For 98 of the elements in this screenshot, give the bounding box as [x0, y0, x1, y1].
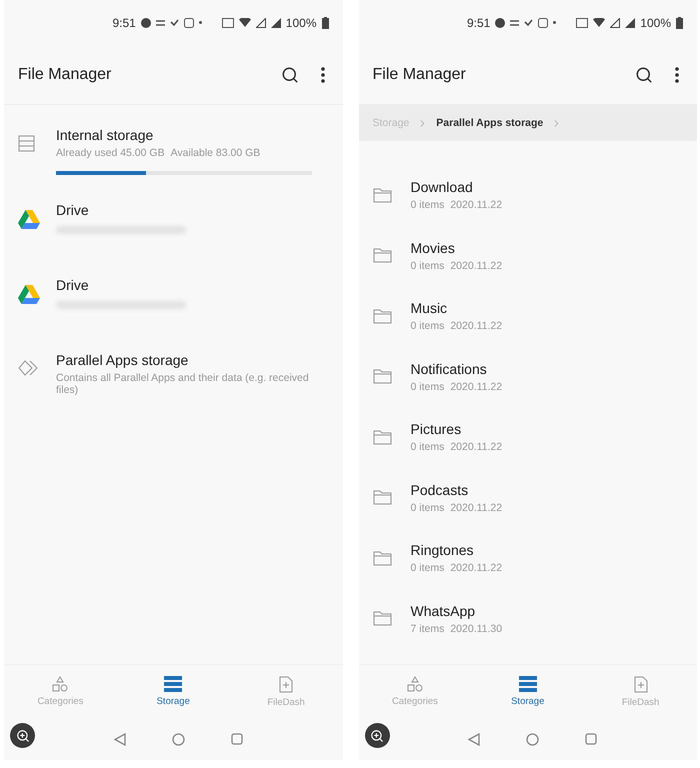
- folder-icon: [372, 550, 392, 566]
- item-count: 0 items: [410, 441, 444, 454]
- folder-icon: [372, 430, 392, 445]
- folder-name: Notifications: [410, 360, 488, 377]
- battery-level: 100%: [286, 16, 316, 30]
- folder-date: 2020.11.22: [450, 441, 502, 454]
- document-icon: [634, 676, 648, 692]
- folder-name: Music: [410, 300, 448, 316]
- check-icon: [524, 19, 534, 26]
- folder-date: 2020.11.30: [450, 622, 502, 635]
- wifi-icon: [238, 18, 251, 27]
- storage-item[interactable]: Internal storage Already used 45.00 GB Available 83.00 GB: [4, 115, 342, 190]
- folder-date: 2020.11.22: [450, 320, 502, 332]
- breadcrumb-link[interactable]: Parallel Apps storage: [436, 117, 544, 129]
- shapes-icon: [406, 676, 423, 692]
- app-notification-icon: [495, 18, 506, 28]
- folder-name: WhatsApp: [410, 602, 476, 619]
- document-icon: [279, 676, 294, 692]
- battery-icon: [322, 16, 328, 28]
- search-icon: [635, 66, 653, 84]
- status-time: 9:51: [112, 16, 136, 30]
- folder-row[interactable]: Podcasts 0 items 2020.11.22: [358, 468, 697, 528]
- item-title: Drive: [56, 202, 90, 218]
- folder-name: Ringtones: [410, 542, 475, 558]
- folder-icon: [372, 369, 392, 384]
- folder-row[interactable]: Movies 0 items 2020.11.22: [358, 226, 697, 286]
- home-button[interactable]: [172, 732, 185, 746]
- folder-row[interactable]: Music 0 items 2020.11.22: [358, 286, 697, 346]
- folder-icon: [372, 308, 392, 324]
- item-count: 0 items: [410, 320, 444, 332]
- folder-date: 2020.11.22: [450, 260, 502, 272]
- folder-icon: [372, 490, 392, 506]
- item-count: 0 items: [410, 380, 444, 393]
- folder-name: Pictures: [410, 421, 462, 438]
- drive-logo-icon: [18, 210, 40, 229]
- app-title: File Manager: [372, 66, 467, 84]
- item-title: Parallel Apps storage: [56, 352, 190, 368]
- nav-tab[interactable]: Storage: [471, 665, 584, 718]
- zoom-in-icon: [370, 728, 384, 742]
- diamond-icon: [18, 360, 38, 376]
- app-notification-icon: [140, 18, 151, 28]
- dot-icon: [198, 21, 202, 24]
- folder-date: 2020.11.22: [450, 380, 502, 393]
- battery-icon: [676, 16, 683, 28]
- folder-name: Podcasts: [410, 482, 470, 498]
- item-count: 0 items: [410, 502, 444, 514]
- storage-icon: [18, 135, 35, 152]
- item-title: Drive: [56, 277, 90, 293]
- drive-logo-icon: [18, 285, 40, 304]
- folder-icon: [372, 611, 392, 626]
- storage-item[interactable]: Drive: [4, 265, 342, 340]
- search-icon: [280, 66, 298, 84]
- zoom-button[interactable]: [364, 723, 390, 748]
- signal-icon: [270, 18, 281, 28]
- storage-icon: [164, 676, 182, 692]
- item-count: 0 items: [410, 199, 444, 212]
- folder-date: 2020.11.22: [450, 199, 502, 212]
- item-count: 0 items: [410, 260, 444, 272]
- item-count: 7 items: [410, 622, 444, 635]
- zoom-in-icon: [16, 728, 30, 742]
- folder-date: 2020.11.22: [450, 562, 502, 574]
- folder-date: 2020.11.22: [450, 502, 502, 514]
- item-count: 0 items: [410, 562, 444, 574]
- more-icon: [320, 66, 324, 82]
- folder-icon: [372, 248, 392, 264]
- check-icon: [170, 19, 179, 26]
- folder-icon: [372, 188, 392, 203]
- used-space: Already used 45.00 GB: [56, 147, 165, 159]
- nav-tab[interactable]: Storage: [116, 665, 230, 718]
- back-button[interactable]: [114, 732, 126, 746]
- app-title: File Manager: [18, 66, 112, 84]
- item-description: Contains all Parallel Apps and their data (e.g. received files): [56, 372, 310, 396]
- item-title: Internal storage: [56, 127, 154, 143]
- shapes-icon: [52, 676, 68, 692]
- back-button[interactable]: [468, 732, 480, 746]
- wifi-icon: [593, 18, 606, 27]
- signal-icon: [610, 18, 620, 28]
- folder-name: Download: [410, 179, 474, 196]
- zoom-button[interactable]: [10, 723, 35, 748]
- dot-icon: [553, 21, 556, 24]
- folder-row[interactable]: Download 0 items 2020.11.22: [358, 165, 697, 226]
- folder-row[interactable]: Pictures 0 items 2020.11.22: [358, 407, 697, 468]
- folder-row[interactable]: Ringtones 0 items 2020.11.22: [358, 528, 697, 588]
- signal-icon: [625, 18, 636, 28]
- recents-button[interactable]: [585, 733, 598, 745]
- recents-button[interactable]: [230, 733, 243, 745]
- signal-icon: [256, 18, 266, 28]
- status-time: 9:51: [466, 16, 490, 30]
- folder-row[interactable]: WhatsApp 7 items 2020.11.30: [358, 588, 697, 649]
- storage-item[interactable]: Parallel Apps storage Contains all Parallel Apps and their data (e.g. received files): [4, 340, 342, 415]
- battery-level: 100%: [640, 16, 671, 30]
- available-space: Available 83.00 GB: [170, 147, 260, 159]
- storage-item[interactable]: Drive: [4, 190, 342, 265]
- folder-row[interactable]: Notifications 0 items 2020.11.22: [358, 346, 697, 407]
- more-icon: [675, 66, 679, 82]
- home-button[interactable]: [526, 732, 540, 746]
- storage-icon: [518, 676, 537, 692]
- folder-name: Movies: [410, 240, 456, 256]
